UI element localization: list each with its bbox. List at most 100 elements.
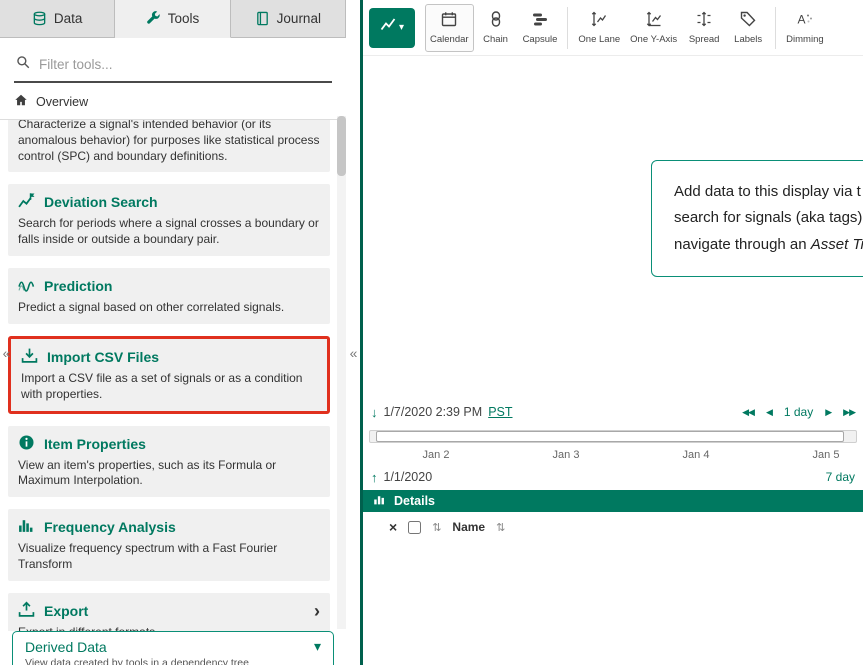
derived-data-section[interactable]: Derived Data View data created by tools … <box>12 631 334 665</box>
toolbar-button-labels[interactable]: Labels <box>726 4 770 52</box>
arrow-up-icon[interactable]: ↑ <box>371 470 378 485</box>
details-table-header: × ⇅ Name ⇅ <box>363 512 863 542</box>
tools-scrollbar[interactable] <box>337 116 346 629</box>
derived-data-description: View data created by tools in a dependen… <box>25 657 321 665</box>
message-line-3: navigate through an <box>674 236 811 253</box>
timezone-link[interactable]: PST <box>488 405 512 419</box>
tab-data-label: Data <box>54 11 83 26</box>
deviation-search-icon <box>18 192 35 212</box>
tool-name: Item Properties <box>44 436 146 452</box>
display-toolbar: ▾ Calendar Chain <box>363 0 863 56</box>
investigate-range-row: ↑ 1/1/2020 7 day <box>363 464 863 490</box>
remove-all-button[interactable]: × <box>389 519 397 535</box>
toolbar-button-dimming[interactable]: A Dimming <box>781 4 828 52</box>
details-table-body <box>363 542 863 665</box>
bar-chart-icon <box>373 493 386 509</box>
tab-data[interactable]: Data <box>0 0 115 38</box>
tool-description: Import a CSV file as a set of signals or… <box>21 371 317 403</box>
chevron-right-icon: › <box>314 605 320 617</box>
capsule-icon <box>532 11 548 30</box>
investigate-range-start[interactable]: 1/1/2020 <box>384 470 433 484</box>
tab-journal-label: Journal <box>277 11 321 26</box>
toolbar-button-label: Calendar <box>430 34 469 45</box>
toolbar-button-chain[interactable]: Chain <box>474 4 518 52</box>
one-y-axis-icon <box>646 11 662 30</box>
step-back-double-button[interactable]: ◀◀ <box>742 407 754 418</box>
toolbar-button-calendar[interactable]: Calendar <box>425 4 474 52</box>
axis-tick-label: Jan 5 <box>813 449 840 461</box>
frequency-analysis-icon <box>18 517 35 537</box>
arrow-down-icon[interactable]: ↓ <box>371 405 378 420</box>
search-icon <box>16 55 30 74</box>
tab-tools[interactable]: Tools <box>115 0 230 38</box>
scrollbar-thumb[interactable] <box>337 116 346 176</box>
tab-journal[interactable]: Journal <box>231 0 346 38</box>
time-slider-track[interactable] <box>369 430 857 443</box>
tool-name: Deviation Search <box>44 194 158 210</box>
sort-icon[interactable]: ⇅ <box>496 521 505 534</box>
trend-chart-area[interactable]: Add data to this display via t search fo… <box>363 56 863 396</box>
tool-name: Import CSV Files <box>47 349 159 365</box>
tool-item-item-properties[interactable]: Item Properties View an item's propertie… <box>8 426 330 498</box>
seeq-workbench: Data Tools Journal <box>0 0 863 665</box>
panel-tabs: Data Tools Journal <box>0 0 346 38</box>
display-range-row: ↓ 1/7/2020 2:39 PM PST ◀◀ ◀ 1 day ▶ ▶▶ <box>363 396 863 428</box>
display-panel: ▾ Calendar Chain <box>360 0 863 665</box>
wrench-icon <box>146 11 161 26</box>
add-data-message: Add data to this display via t search fo… <box>651 160 863 277</box>
step-back-button[interactable]: ◀ <box>766 407 772 418</box>
toolbar-button-label: One Y-Axis <box>630 34 677 45</box>
tools-list: Characterize a signal's intended behavio… <box>0 120 346 631</box>
time-slider-thumb[interactable] <box>376 431 844 442</box>
collapse-panel-handle[interactable]: « <box>347 343 360 363</box>
database-icon <box>32 11 47 26</box>
toolbar-button-capsule[interactable]: Capsule <box>518 4 563 52</box>
details-panel-header[interactable]: Details <box>363 490 863 512</box>
toolbar-button-label: Chain <box>483 34 508 45</box>
tool-item-frequency-analysis[interactable]: Frequency Analysis Visualize frequency s… <box>8 509 330 581</box>
view-selector-button[interactable]: ▾ <box>369 8 415 48</box>
toolbar-button-label: Labels <box>734 34 762 45</box>
details-panel-title: Details <box>394 494 435 508</box>
tool-item-deviation-search[interactable]: Deviation Search Search for periods wher… <box>8 184 330 256</box>
left-panel: Data Tools Journal <box>0 0 346 665</box>
step-forward-button[interactable]: ▶ <box>825 407 831 418</box>
display-range-start[interactable]: 1/7/2020 2:39 PM <box>384 405 483 419</box>
select-all-checkbox[interactable] <box>408 521 421 534</box>
search-input[interactable] <box>39 57 330 72</box>
time-axis: Jan 2 Jan 3 Jan 4 Jan 5 <box>363 448 863 464</box>
tool-search-row <box>0 38 346 83</box>
message-line-1: Add data to this display via t <box>674 183 861 200</box>
tool-name: Export <box>44 603 305 619</box>
step-forward-double-button[interactable]: ▶▶ <box>843 407 855 418</box>
toolbar-button-one-y-axis[interactable]: One Y-Axis <box>625 4 682 52</box>
home-icon <box>14 93 28 110</box>
tag-icon <box>740 11 756 30</box>
svg-text:A: A <box>797 12 805 26</box>
calendar-icon <box>441 11 457 30</box>
tool-description: View an item's properties, such as its F… <box>18 458 320 490</box>
tool-search-box <box>14 50 332 83</box>
axis-tick-label: Jan 2 <box>423 449 450 461</box>
derived-data-title: Derived Data <box>25 639 321 655</box>
tool-name: Frequency Analysis <box>44 519 176 535</box>
tool-item-boundaries[interactable]: Characterize a signal's intended behavio… <box>8 120 330 172</box>
investigate-range-duration[interactable]: 7 day <box>826 470 855 484</box>
toolbar-button-one-lane[interactable]: One Lane <box>573 4 625 52</box>
collapse-left-handle[interactable]: « <box>0 343 13 363</box>
toolbar-button-label: Dimming <box>786 34 823 45</box>
step-size-label[interactable]: 1 day <box>784 405 813 419</box>
toolbar-button-spread[interactable]: Spread <box>682 4 726 52</box>
sort-icon[interactable]: ⇅ <box>432 521 441 534</box>
dimming-icon: A <box>797 11 813 30</box>
overview-link[interactable]: Overview <box>0 83 346 120</box>
panel-divider[interactable] <box>346 0 360 665</box>
tool-description: Predict a signal based on other correlat… <box>18 300 320 316</box>
tool-item-export[interactable]: Export › Export in different formats <box>8 593 330 631</box>
name-column-header[interactable]: Name <box>452 520 485 534</box>
tool-description: Visualize frequency spectrum with a Fast… <box>18 541 320 573</box>
tool-description: Characterize a signal's intended behavio… <box>18 120 320 164</box>
tool-item-prediction[interactable]: Prediction Predict a signal based on oth… <box>8 268 330 324</box>
trend-chart-icon <box>380 17 396 38</box>
tool-item-import-csv[interactable]: Import CSV Files Import a CSV file as a … <box>8 336 330 414</box>
